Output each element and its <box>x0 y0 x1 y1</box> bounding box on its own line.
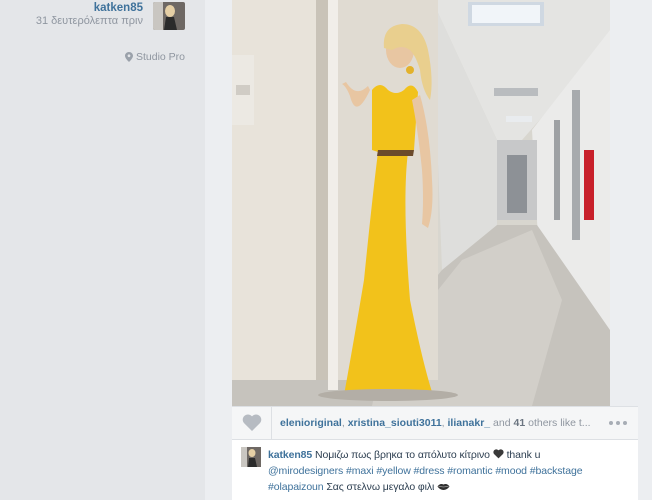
hashtag-link[interactable]: #olapaizoun <box>268 481 324 493</box>
liker-link[interactable]: ilianakr_ <box>448 417 491 429</box>
gutter <box>205 0 232 500</box>
caption-body: Νομιζω πως βρηκα το απόλυτο κίτρινο <box>314 449 490 461</box>
caption-thank: thank u <box>506 449 541 461</box>
hashtag-link[interactable]: #dress <box>414 465 445 477</box>
and-text: and <box>490 417 514 429</box>
black-heart-emoji <box>493 449 504 459</box>
hashtag-link[interactable]: #romantic <box>447 465 492 477</box>
liker-link[interactable]: xristina_siouti3011 <box>348 417 442 429</box>
others-text: others like t... <box>525 417 591 429</box>
post-meta: katken85 31 δευτερόλεπτα πριν Studio Pro <box>0 0 205 80</box>
post-location[interactable]: Studio Pro <box>124 51 185 63</box>
more-options-button[interactable] <box>598 406 638 440</box>
hashtag-link[interactable]: #maxi <box>346 465 374 477</box>
location-label: Studio Pro <box>135 51 185 63</box>
heart-icon <box>242 414 261 431</box>
likers-summary: elenioriginal, xristina_siouti3011, ilia… <box>272 417 598 429</box>
post-username-link[interactable]: katken85 <box>94 2 143 14</box>
post-actions-bar: elenioriginal, xristina_siouti3011, ilia… <box>232 406 638 440</box>
caption-text: katken85 Νομιζω πως βρηκα το απόλυτο κίτ… <box>268 447 630 495</box>
others-count[interactable]: 41 <box>514 417 526 429</box>
caption-avatar[interactable] <box>241 447 261 467</box>
hashtag-link[interactable]: #mood <box>495 465 527 477</box>
caption: katken85 Νομιζω πως βρηκα το απόλυτο κίτ… <box>232 440 638 500</box>
liker-link[interactable]: elenioriginal <box>280 417 342 429</box>
like-button[interactable] <box>232 406 272 440</box>
hashtag-link[interactable]: #yellow <box>376 465 410 477</box>
lips-emoji <box>437 484 450 490</box>
caption-body-end: Σας στελνω μεγαλο φιλι <box>326 481 435 493</box>
post-photo[interactable] <box>232 0 610 406</box>
post-time[interactable]: 31 δευτερόλεπτα πριν <box>33 15 143 28</box>
location-pin-icon <box>124 52 133 62</box>
more-icon <box>623 421 627 425</box>
mention-link[interactable]: @mirodesigners <box>268 465 343 477</box>
more-icon <box>609 421 613 425</box>
hashtag-link[interactable]: #backstage <box>530 465 583 477</box>
avatar[interactable] <box>153 2 185 30</box>
more-icon <box>616 421 620 425</box>
caption-username-link[interactable]: katken85 <box>268 449 312 461</box>
